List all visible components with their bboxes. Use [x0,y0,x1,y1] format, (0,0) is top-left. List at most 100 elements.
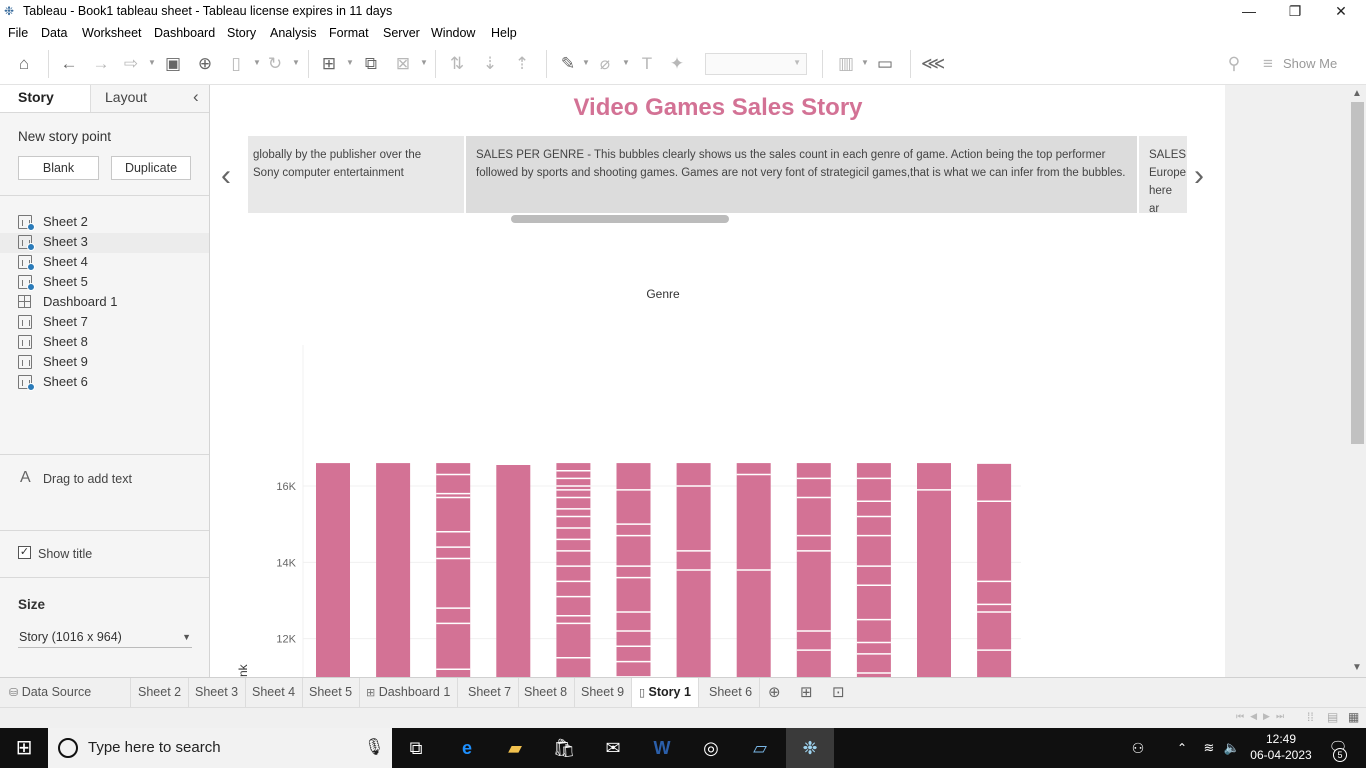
new-dashboard-tab-icon[interactable]: ⊞ [800,683,813,701]
fit-select[interactable]: ▼ [705,53,807,75]
sheet-item-sheet-9[interactable]: Sheet 9 [18,353,208,373]
menu-data[interactable]: Data [41,26,67,40]
desktop-app-icon[interactable]: ▱ [736,728,784,768]
filmstrip-icon[interactable]: ▤ [1327,710,1338,724]
menu-analysis[interactable]: Analysis [270,26,317,40]
scroll-up-icon[interactable]: ▲ [1352,88,1362,99]
story-point-caption-active[interactable]: SALES PER GENRE - This bubbles clearly s… [466,136,1137,213]
sheet-item-sheet-2[interactable]: Sheet 2 [18,213,208,233]
menu-window[interactable]: Window [431,26,475,40]
tab-sheet-5[interactable]: Sheet 5 [302,678,361,708]
sheet-item-sheet-6[interactable]: Sheet 6 [18,373,208,393]
label-icon[interactable]: T [636,53,658,75]
genre-bar[interactable] [917,463,951,677]
tab-layout[interactable]: Layout [105,89,147,105]
task-view-icon[interactable]: ⧉ [392,728,440,768]
redo-icon[interactable]: → [90,53,112,75]
story-point-caption-next[interactable]: SALES Europe here ar [1139,136,1187,213]
sheet-item-dashboard-1[interactable]: Dashboard 1 [18,293,208,313]
file-explorer-icon[interactable]: ▰ [491,728,539,768]
sheet-item-sheet-4[interactable]: Sheet 4 [18,253,208,273]
bar-rect[interactable] [977,463,1012,677]
cards-icon[interactable]: ▥ [835,53,857,75]
volume-icon[interactable]: 🔈 [1218,728,1246,768]
mail-icon[interactable]: ✉ [589,728,637,768]
taskbar-search[interactable]: Type here to search 🎙 [48,728,392,768]
refresh-icon[interactable]: ↻ [264,53,286,75]
microphone-icon[interactable]: 🎙 [364,737,384,757]
duplicate-icon[interactable]: ⧉ [360,53,382,75]
clear-icon[interactable]: ⊠ [392,53,414,75]
genre-bar[interactable] [376,463,411,677]
caption-scrollbar-thumb[interactable] [511,215,729,223]
tab-navigation-arrows[interactable]: ⏮◀▶⏭ [1236,711,1290,722]
tab-data-source[interactable]: ⛁ Data Source [0,678,131,708]
genre-bar[interactable] [496,465,531,677]
menu-dashboard[interactable]: Dashboard [154,26,215,40]
genre-bar[interactable] [736,463,771,677]
genre-bar[interactable] [436,463,471,677]
sheet-item-sheet-5[interactable]: Sheet 5 [18,273,208,293]
present-icon[interactable]: ▭ [874,53,896,75]
menu-help[interactable]: Help [491,26,517,40]
menu-format[interactable]: Format [329,26,369,40]
tab-sheet-2[interactable]: Sheet 2 [131,678,190,708]
tab-dashboard-1[interactable]: ⊞ Dashboard 1 [359,678,459,708]
genre-bar[interactable] [676,463,711,677]
tableau-taskbar-icon[interactable]: ❉ [786,728,834,768]
tab-sheet-3[interactable]: Sheet 3 [188,678,247,708]
tabs-view-icon[interactable]: ▦ [1348,710,1359,724]
bar-rect[interactable] [856,463,891,677]
bar-rect[interactable] [436,463,471,677]
menu-story[interactable]: Story [227,26,256,40]
format-painter-icon[interactable]: ⚲ [1223,53,1245,75]
size-select[interactable]: Story (1016 x 964) ▼ [18,627,192,648]
show-title-checkbox[interactable]: ✓ [18,546,31,559]
duplicate-button[interactable]: Duplicate [111,156,191,180]
show-me-icon[interactable]: ≡ [1258,53,1278,75]
scroll-down-icon[interactable]: ▼ [1352,662,1362,673]
bar-rect[interactable] [376,463,411,677]
minimize-button[interactable]: — [1226,0,1272,23]
bar-rect[interactable] [316,463,350,677]
genre-bar[interactable] [316,463,350,677]
replay-icon[interactable]: ⇨ [120,53,142,75]
sort-asc-icon[interactable]: ⇣ [479,53,501,75]
store-icon[interactable]: 🛍 [540,728,588,768]
show-hidden-icons-chevron[interactable]: ⌃ [1168,728,1196,768]
new-datasource-icon[interactable]: ⊕ [194,53,216,75]
restore-button[interactable]: ❐ [1272,0,1318,23]
tab-sheet-7[interactable]: Sheet 7 [461,678,520,708]
bar-rect[interactable] [616,463,651,677]
pin-icon[interactable]: ✦ [666,53,688,75]
new-worksheet-icon[interactable]: ⊞ [318,53,340,75]
close-button[interactable]: ✕ [1318,0,1364,23]
sheet-item-sheet-3[interactable]: Sheet 3 [0,233,209,253]
collapse-pane-icon[interactable]: ‹ [193,87,199,107]
sheet-item-sheet-7[interactable]: Sheet 7 [18,313,208,333]
edge-browser-icon[interactable]: e [443,728,491,768]
show-me-button[interactable]: Show Me [1283,56,1337,71]
new-story-tab-icon[interactable]: ⊡ [832,683,845,701]
genre-bar[interactable] [616,463,651,677]
genre-bar[interactable] [796,463,831,677]
scrollbar-thumb[interactable] [1351,102,1364,444]
attach-icon[interactable]: ⌀ [594,53,616,75]
blank-button[interactable]: Blank [18,156,99,180]
tab-sheet-6[interactable]: Sheet 6 [702,678,761,708]
save-icon[interactable]: ▣ [162,53,184,75]
next-story-point-icon[interactable]: › [1194,159,1204,193]
tab-sheet-9[interactable]: Sheet 9 [574,678,633,708]
system-clock[interactable]: 12:49 06-04-2023 [1246,731,1316,763]
tab-story[interactable]: Story [18,89,54,105]
menu-worksheet[interactable]: Worksheet [82,26,142,40]
genre-bar[interactable] [556,463,591,677]
bar-rect[interactable] [556,463,591,677]
bar-rect[interactable] [796,463,831,677]
new-worksheet-tab-icon[interactable]: ⊕ [768,683,781,701]
sheet-item-sheet-8[interactable]: Sheet 8 [18,333,208,353]
genre-bar[interactable] [977,463,1012,677]
pause-update-icon[interactable]: ▯ [225,53,247,75]
settings-app-icon[interactable]: ◎ [687,728,735,768]
share-icon[interactable]: ⋘ [921,53,945,75]
